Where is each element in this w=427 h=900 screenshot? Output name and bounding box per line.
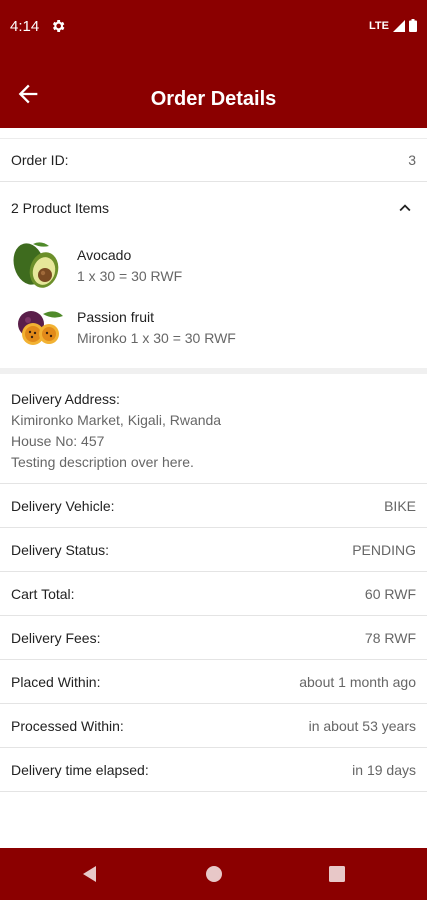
delivery-address-section: Delivery Address: Kimironko Market, Kiga… [0, 374, 427, 484]
house-number: House No: 457 [11, 433, 105, 449]
detail-label: Delivery Fees: [11, 629, 101, 646]
detail-value: in about 53 years [308, 717, 416, 734]
home-circle-icon[interactable] [203, 863, 225, 885]
order-id-label: Order ID: [11, 152, 69, 168]
delivery-time-elapsed-row: Delivery time elapsed: in 19 days [0, 748, 427, 792]
settings-gear-icon [52, 20, 65, 32]
placed-within-row: Placed Within: about 1 month ago [0, 660, 427, 704]
back-triangle-icon[interactable] [79, 863, 101, 885]
detail-label: Delivery Status: [11, 541, 110, 558]
order-id-row: Order ID: 3 [0, 138, 427, 182]
detail-label: Placed Within: [11, 673, 101, 690]
product-items-header[interactable]: 2 Product Items [11, 182, 416, 234]
product-name: Passion fruit [77, 308, 155, 325]
order-id-value: 3 [408, 152, 416, 168]
passion-fruit-icon [18, 311, 63, 345]
signal-icon [393, 19, 405, 32]
app-bar: Order Details [0, 56, 427, 128]
product-items-count: 2 Product Items [11, 200, 110, 216]
product-price: Mironko 1 x 30 = 30 RWF [77, 329, 236, 346]
detail-value: 60 RWF [364, 585, 416, 602]
address-description: Testing description over here. [11, 454, 194, 470]
avocado-icon [13, 242, 59, 288]
delivery-fees-row: Delivery Fees: 78 RWF [0, 616, 427, 660]
cart-total-row: Cart Total: 60 RWF [0, 572, 427, 616]
status-indicators: LTE [369, 19, 417, 32]
detail-label: Delivery time elapsed: [11, 761, 149, 778]
product-info: Avocado 1 x 30 = 30 RWF [77, 247, 182, 284]
chevron-up-icon[interactable] [394, 197, 416, 219]
delivery-vehicle-row: Delivery Vehicle: BIKE [0, 484, 427, 528]
system-nav-bar [0, 848, 427, 900]
battery-icon [409, 19, 417, 32]
delivery-address-label: Delivery Address: [11, 391, 120, 407]
product-item-avocado[interactable]: Avocado 1 x 30 = 30 RWF [11, 234, 416, 296]
detail-value: BIKE [384, 497, 416, 514]
product-name: Avocado [77, 246, 132, 263]
address-line: Kimironko Market, Kigali, Rwanda [11, 412, 222, 428]
product-info: Passion fruit Mironko 1 x 30 = 30 RWF [77, 309, 236, 346]
detail-label: Processed Within: [11, 717, 124, 734]
network-type: LTE [369, 19, 389, 32]
detail-value: about 1 month ago [299, 673, 416, 690]
page-title: Order Details [150, 88, 277, 110]
order-details-content: Order ID: 3 2 Product Items Avocado 1 x … [0, 128, 427, 792]
processed-within-row: Processed Within: in about 53 years [0, 704, 427, 748]
recents-square-icon[interactable] [326, 863, 348, 885]
product-price: 1 x 30 = 30 RWF [77, 267, 183, 284]
product-items-section: 2 Product Items Avocado 1 x 30 = 30 RWF [0, 182, 427, 374]
product-item-passion-fruit[interactable]: Passion fruit Mironko 1 x 30 = 30 RWF [11, 296, 416, 358]
detail-label: Delivery Vehicle: [11, 497, 115, 514]
status-bar: 4:14 LTE [0, 0, 427, 56]
detail-value: PENDING [352, 541, 416, 558]
detail-value: in 19 days [352, 761, 416, 778]
status-time: 4:14 [10, 18, 40, 35]
delivery-status-row: Delivery Status: PENDING [0, 528, 427, 572]
detail-value: 78 RWF [364, 629, 416, 646]
detail-label: Cart Total: [11, 585, 75, 602]
